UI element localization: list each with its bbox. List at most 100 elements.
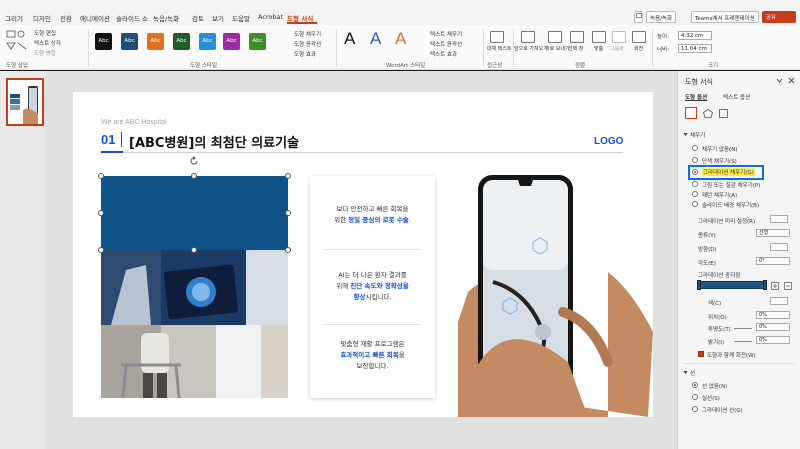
option-no-fill[interactable]: 채우기 없음(N): [702, 145, 737, 153]
radio-background-fill[interactable]: [692, 201, 698, 207]
shape-style-5[interactable]: Abc: [199, 33, 216, 50]
slide[interactable]: We are ABC Hospital 01 [ABC병원]의 최첨단 의료기술…: [73, 92, 653, 417]
collapse-fill-icon[interactable]: [683, 132, 688, 137]
resize-handle-bottom[interactable]: [191, 247, 197, 253]
slide-thumbnail-1[interactable]: [6, 78, 44, 126]
resize-handle-top[interactable]: [191, 173, 197, 179]
radio-gradient-line[interactable]: [692, 406, 698, 412]
brightness-field[interactable]: 0%: [756, 336, 790, 344]
brightness-slider[interactable]: [734, 341, 752, 342]
radio-no-line[interactable]: [692, 382, 698, 388]
radio-gradient-fill[interactable]: [692, 169, 698, 175]
size-properties-icon[interactable]: [719, 109, 728, 118]
tab-shape-options[interactable]: 도형 옵션: [685, 93, 707, 101]
collapse-line-icon[interactable]: [683, 370, 688, 375]
selection-pane-icon[interactable]: [570, 31, 584, 43]
option-gradient-line[interactable]: 그라데이션 선(G): [702, 406, 743, 414]
gradient-stops-bar[interactable]: [698, 281, 766, 289]
text-effects-button[interactable]: 텍스트 효과: [430, 50, 457, 58]
record-button[interactable]: 녹음/녹화: [646, 11, 677, 23]
edit-shape-button[interactable]: 도형 편집: [34, 29, 56, 37]
add-gradient-stop-icon[interactable]: [771, 282, 779, 290]
alt-text-button[interactable]: 대체 텍스트: [487, 45, 512, 52]
align-icon[interactable]: [592, 31, 606, 43]
shape-style-3[interactable]: Abc: [147, 33, 164, 50]
shape-style-7[interactable]: Abc: [249, 33, 266, 50]
rotate-with-shape-checkbox[interactable]: [698, 351, 704, 357]
send-backward-button[interactable]: 뒤로 보내기: [545, 45, 570, 52]
share-button[interactable]: 공유: [762, 11, 796, 23]
tab-transitions[interactable]: 전환: [60, 13, 72, 23]
resize-handle-right[interactable]: [285, 210, 291, 216]
resize-handle-top-left[interactable]: [98, 173, 104, 179]
option-background-fill[interactable]: 슬라이드 배경 채우기(B): [702, 201, 759, 209]
chevron-down-icon[interactable]: [776, 77, 783, 84]
selected-blue-rectangle[interactable]: [101, 176, 288, 250]
close-icon[interactable]: [788, 77, 795, 84]
option-picture-fill[interactable]: 그림 또는 질감 채우기(P): [702, 181, 760, 189]
angle-field[interactable]: 0°: [756, 257, 790, 265]
effects-icon[interactable]: [703, 109, 713, 118]
shape-effects-button[interactable]: 도형 효과: [294, 50, 316, 58]
option-no-line[interactable]: 선 없음(N): [702, 382, 727, 390]
send-backward-icon[interactable]: [548, 31, 562, 43]
shape-style-4[interactable]: Abc: [173, 33, 190, 50]
tab-text-options[interactable]: 텍스트 옵션: [723, 93, 750, 101]
width-field[interactable]: 11.04 cm: [678, 44, 712, 53]
bring-forward-icon[interactable]: [521, 31, 535, 43]
tab-animations[interactable]: 애니메이션: [80, 13, 110, 23]
present-in-teams-button[interactable]: Teams에서 프레젠테이션: [691, 11, 759, 23]
tab-view[interactable]: 보기: [212, 13, 224, 23]
remove-gradient-stop-icon[interactable]: [784, 282, 792, 290]
shape-outline-button[interactable]: 도형 윤곽선: [294, 40, 321, 48]
rotate-handle-icon[interactable]: [189, 156, 199, 166]
shape-fill-button[interactable]: 도형 채우기: [294, 30, 321, 38]
group-icon[interactable]: [612, 31, 626, 43]
merge-shapes-button[interactable]: 도형 병합: [34, 49, 56, 57]
resize-handle-top-right[interactable]: [285, 173, 291, 179]
transparency-slider[interactable]: [734, 328, 752, 329]
text-outline-button[interactable]: 텍스트 윤곽선: [430, 40, 462, 48]
direction-dropdown[interactable]: [770, 243, 788, 251]
height-field[interactable]: 4.32 cm: [678, 31, 712, 40]
option-gradient-fill[interactable]: 그라데이션 채우기(G): [702, 168, 755, 176]
text-fill-button[interactable]: 텍스트 채우기: [430, 30, 462, 38]
position-field[interactable]: 0%: [756, 311, 790, 319]
alt-text-icon[interactable]: [490, 31, 504, 43]
textbox-button[interactable]: 텍스트 상자: [34, 39, 61, 47]
tab-acrobat[interactable]: Acrobat: [258, 13, 283, 21]
align-button[interactable]: 맞춤: [594, 45, 603, 52]
gradient-stop-handle-start[interactable]: [697, 280, 701, 290]
radio-picture-fill[interactable]: [692, 181, 698, 187]
radio-solid-fill[interactable]: [692, 157, 698, 163]
rotate-icon[interactable]: [632, 31, 646, 43]
line-section-header[interactable]: 선: [690, 369, 695, 377]
bring-forward-button[interactable]: 앞으로 가져오기: [514, 45, 548, 52]
shape-style-1[interactable]: Abc: [95, 33, 112, 50]
rotate-button[interactable]: 회전: [634, 45, 643, 52]
wordart-style-2[interactable]: A: [370, 29, 381, 49]
rotate-with-shape-label[interactable]: 도형과 함께 회전(W): [707, 351, 756, 359]
radio-solid-line[interactable]: [692, 394, 698, 400]
transparency-field[interactable]: 0%: [756, 323, 790, 331]
tab-design[interactable]: 디자인: [33, 13, 51, 23]
option-solid-fill[interactable]: 단색 채우기(S): [702, 157, 737, 165]
color-picker-dropdown[interactable]: [770, 297, 788, 305]
group-button[interactable]: 그룹화: [610, 45, 624, 52]
shape-style-2[interactable]: Abc: [121, 33, 138, 50]
option-pattern-fill[interactable]: 패턴 채우기(A): [702, 191, 737, 199]
tab-help[interactable]: 도움말: [232, 13, 250, 23]
shape-style-6[interactable]: Abc: [223, 33, 240, 50]
wordart-style-3[interactable]: A: [395, 29, 406, 49]
tab-review[interactable]: 검토: [192, 13, 204, 23]
resize-handle-left[interactable]: [98, 210, 104, 216]
fill-section-header[interactable]: 채우기: [690, 131, 705, 139]
shapes-gallery-icon[interactable]: [6, 29, 34, 57]
selection-pane-button[interactable]: 선택 창: [568, 45, 583, 52]
resize-handle-bottom-right[interactable]: [285, 247, 291, 253]
comment-icon[interactable]: [634, 11, 643, 23]
type-dropdown[interactable]: 선형: [756, 229, 790, 237]
radio-no-fill[interactable]: [692, 145, 698, 151]
fill-line-icon[interactable]: [685, 107, 697, 119]
tab-slideshow[interactable]: 슬라이드 쇼: [116, 13, 148, 23]
